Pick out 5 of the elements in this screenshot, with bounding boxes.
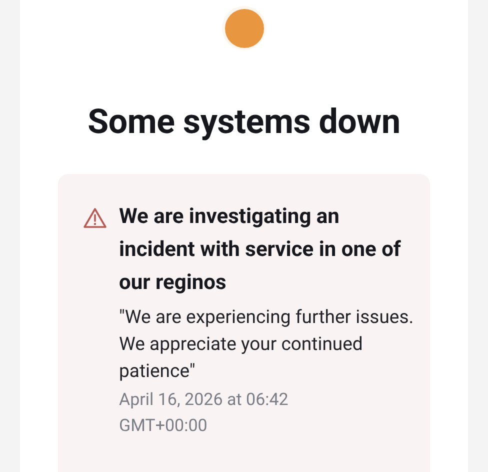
incident-timestamp: April 16, 2026 at 06:42 GMT+00:00 [119, 389, 290, 438]
status-title: Some systems down [88, 102, 400, 142]
incident-title: We are investigating an incident with service in one of our reginos [119, 204, 402, 297]
warning-icon [83, 207, 107, 229]
incident-message: "We are experiencing further issues. We appreciate your continued patience" [119, 305, 414, 384]
